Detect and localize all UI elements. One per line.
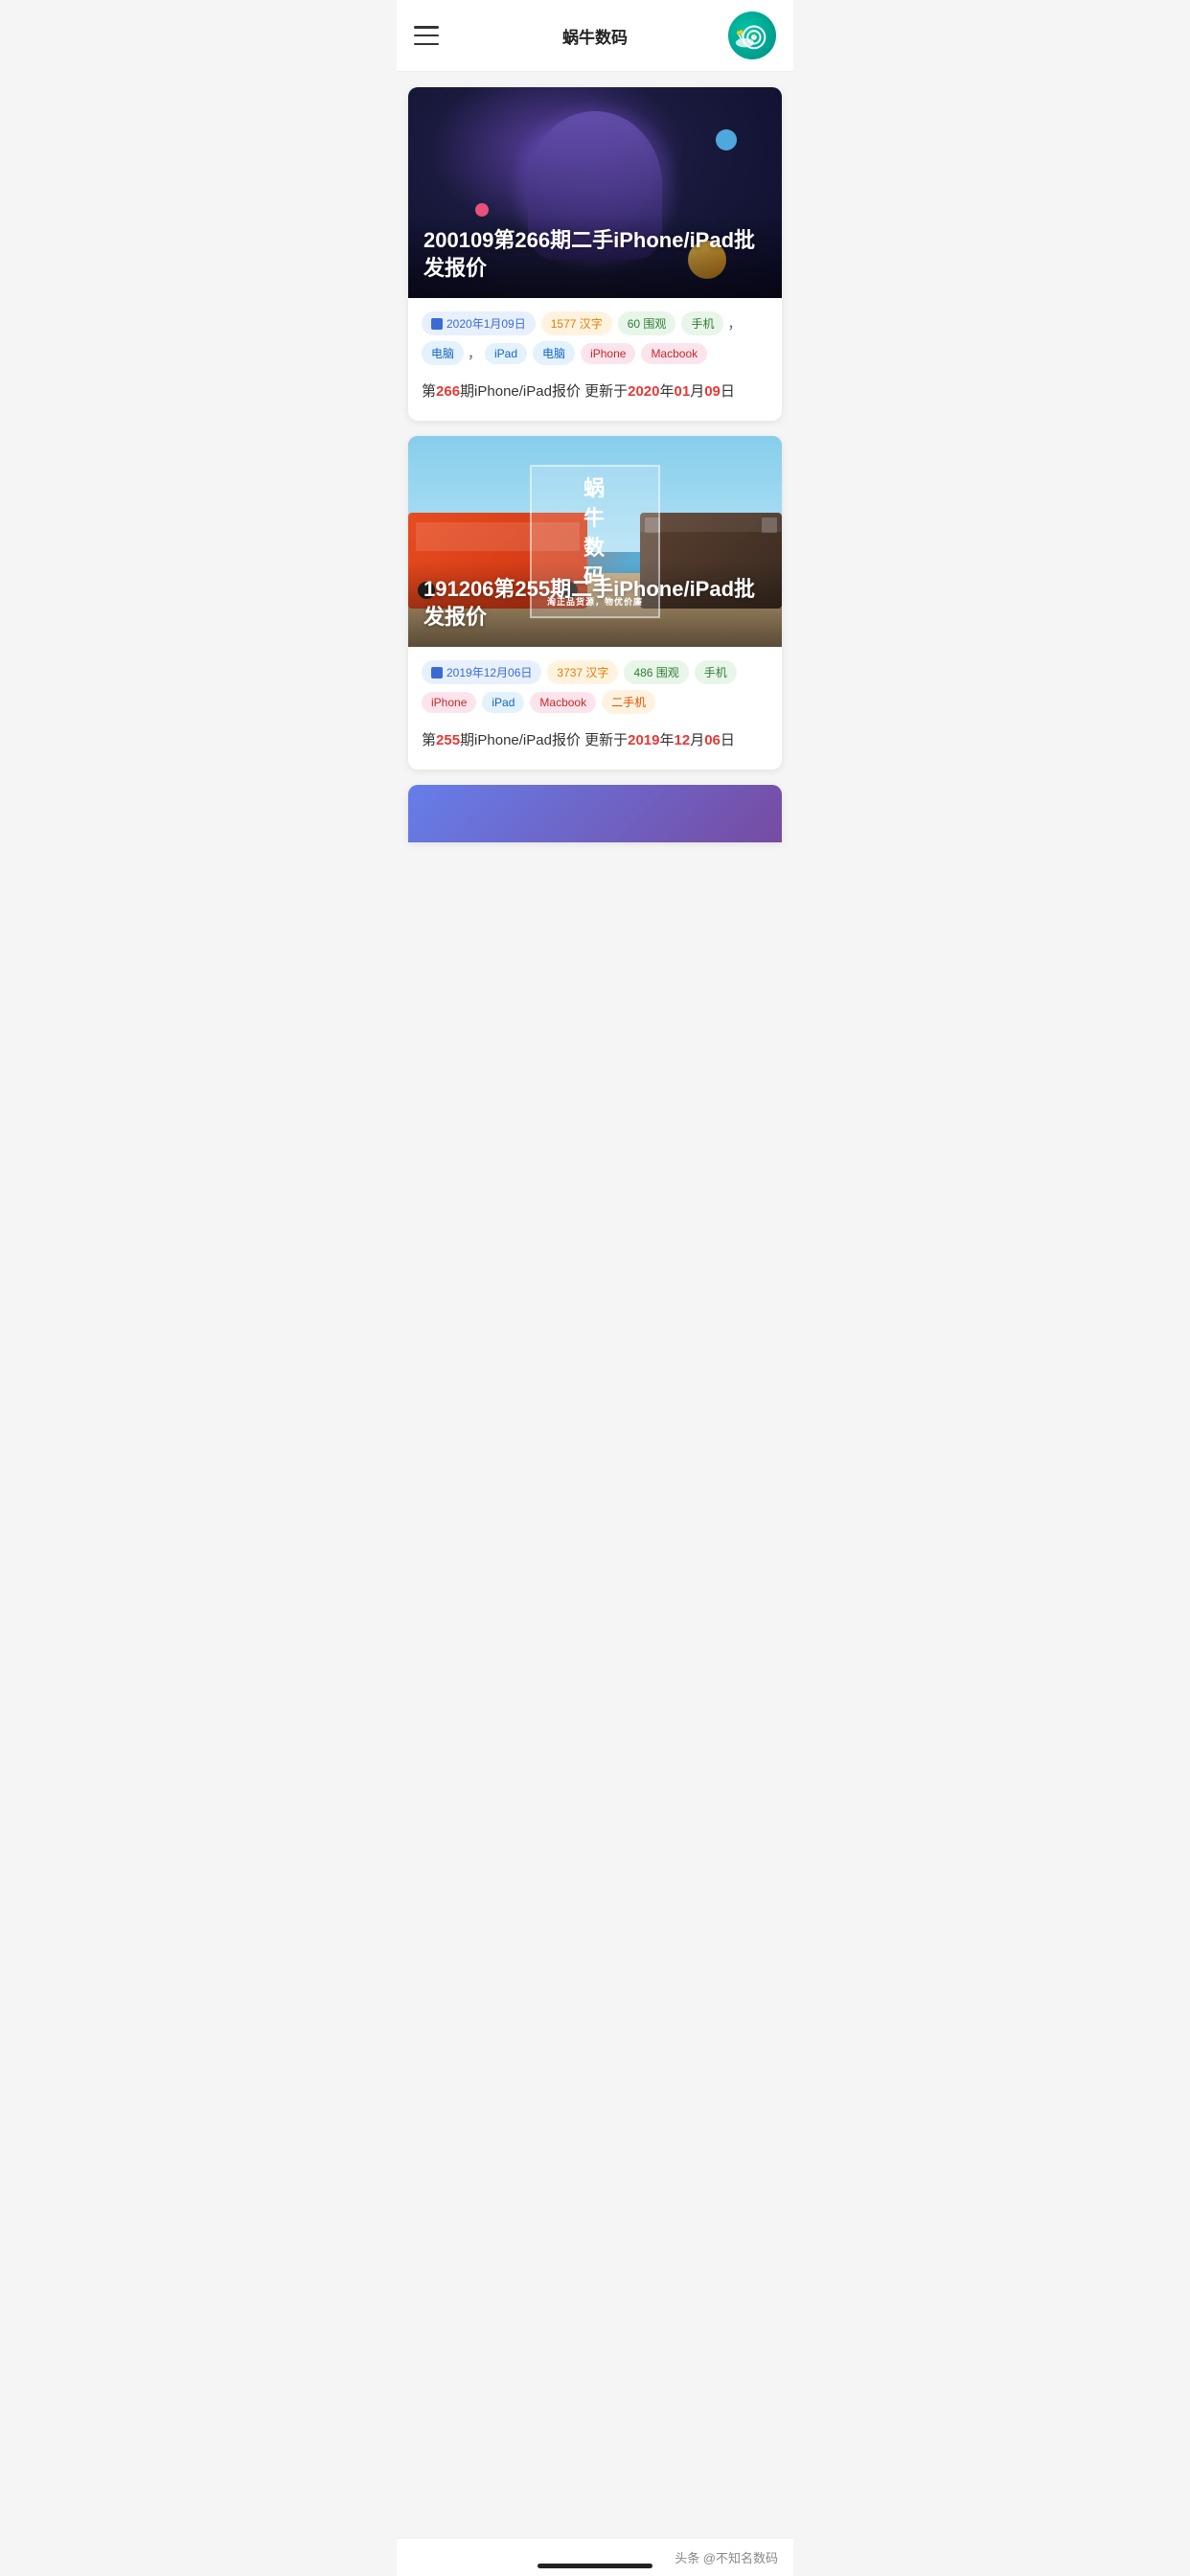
article-2-image: 蜗 牛 数 码 淘正品货源，物优价廉 191206第255期二手iPhone/i… — [408, 436, 782, 647]
calendar-icon-2 — [431, 667, 443, 678]
article-1-image: 200109第266期二手iPhone/iPad批发报价 — [408, 87, 782, 298]
header-title: 蜗牛数码 — [562, 24, 628, 48]
bottom-bar: 头条 @不知名数码 — [397, 2538, 793, 2576]
article-card-2[interactable]: 蜗 牛 数 码 淘正品货源，物优价廉 191206第255期二手iPhone/i… — [408, 436, 782, 770]
article-1-views-tag[interactable]: 60 围观 — [618, 311, 676, 335]
hamburger-menu-icon[interactable] — [414, 26, 439, 45]
article-2-meta: 2019年12月06日 3737 汉字 486 围观 手机 iPhone iPa… — [408, 647, 782, 720]
bottom-bar-label: 头条 @不知名数码 — [675, 2551, 778, 2565]
article-2-tag-ipad[interactable]: iPad — [482, 692, 524, 713]
calendar-icon — [431, 318, 443, 330]
article-2-tag-phone[interactable]: 手机 — [695, 660, 737, 684]
article-2-words-tag[interactable]: 3737 汉字 — [547, 660, 618, 684]
app-header: 蜗牛数码 — [397, 0, 793, 72]
article-1-meta: 2020年1月09日 1577 汉字 60 围观 手机 ， 电脑 ， iPad … — [408, 298, 782, 371]
article-1-tag-macbook[interactable]: Macbook — [641, 343, 707, 364]
article-1-tag-iphone[interactable]: iPhone — [581, 343, 635, 364]
article-1-description: 第266期iPhone/iPad报价 更新于2020年01月09日 — [408, 371, 782, 421]
article-card-3-partial[interactable] — [408, 785, 782, 842]
tag-comma-1: ， — [727, 314, 741, 334]
article-2-views-tag[interactable]: 486 围观 — [624, 660, 688, 684]
article-2-description: 第255期iPhone/iPad报价 更新于2019年12月06日 — [408, 720, 782, 770]
snail-watermark: 蜗 牛 数 码 淘正品货源，物优价廉 — [530, 465, 660, 618]
article-2-date-tag[interactable]: 2019年12月06日 — [422, 660, 541, 684]
article-1-words-tag[interactable]: 1577 汉字 — [541, 311, 612, 335]
article-3-image-partial — [408, 785, 782, 842]
site-logo[interactable] — [728, 12, 776, 59]
article-1-date-tag[interactable]: 2020年1月09日 — [422, 311, 536, 335]
article-card-1[interactable]: 200109第266期二手iPhone/iPad批发报价 2020年1月09日 … — [408, 87, 782, 421]
article-1-title-overlay: 200109第266期二手iPhone/iPad批发报价 — [408, 213, 782, 298]
article-1-tag-ipad[interactable]: iPad — [485, 343, 527, 364]
article-2-tag-secondhand[interactable]: 二手机 — [602, 690, 655, 714]
scroll-indicator — [538, 2564, 652, 2568]
article-2-tag-macbook[interactable]: Macbook — [530, 692, 596, 713]
tag-comma-2: ， — [468, 344, 481, 363]
article-1-tag-pc[interactable]: 电脑 — [422, 341, 464, 365]
article-1-tag-phone[interactable]: 手机 — [681, 311, 723, 335]
article-2-tag-iphone[interactable]: iPhone — [422, 692, 476, 713]
article-1-tag-pc2[interactable]: 电脑 — [533, 341, 575, 365]
decorative-bubble-blue — [716, 129, 737, 150]
article-1-title: 200109第266期二手iPhone/iPad批发报价 — [423, 226, 767, 283]
